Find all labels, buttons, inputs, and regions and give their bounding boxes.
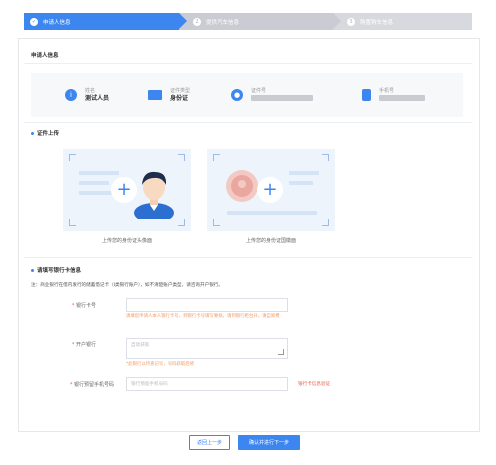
step-number: 3 (347, 17, 355, 26)
id-card-icon (148, 90, 162, 100)
step-label: 提供汽车信息 (206, 19, 240, 26)
card-number-label: * 银行卡号 (71, 303, 96, 309)
previous-step-button[interactable]: 返回上一步 (189, 435, 230, 450)
person-icon: i (65, 89, 77, 101)
card-number-hint: 请填您申请人本人银行卡号，到银行卡号填写要规，请到银行柜台开，请自卸费 (126, 314, 280, 319)
id-back-caption: 上传您的身份证国徽面 (245, 238, 296, 244)
id-front-upload[interactable]: + (63, 149, 191, 231)
bank-name-hint: *此银行以待查记号，号码获取后修 (126, 362, 195, 367)
applicant-section-title: 申请人信息 (31, 53, 59, 59)
id-type-value: 身份证 (170, 95, 189, 102)
divider (24, 122, 472, 123)
step-vehicle-info: 2 提供汽车信息 (179, 13, 341, 30)
phone-label: 手机号 (379, 87, 395, 94)
name-value: 测试人员 (85, 95, 110, 102)
id-back-upload[interactable]: + (207, 149, 335, 231)
user-badge-icon: ● (231, 89, 243, 101)
id-type-label: 证件类型 (170, 88, 191, 94)
avatar-icon (134, 171, 174, 219)
id-number-label: 证件号 (251, 87, 267, 94)
divider (24, 63, 472, 64)
card-number-input[interactable] (126, 298, 288, 312)
id-number-masked (251, 94, 313, 101)
step-check-icon: ✓ (30, 17, 38, 26)
bank-name-label: * 开户银行 (71, 342, 96, 348)
bank-phone-input[interactable]: 银行预留手机号码 (126, 377, 288, 391)
bank-name-input[interactable]: 自动获取 (126, 338, 288, 359)
verify-bank-card-link[interactable]: 银行卡信息验证 (298, 381, 330, 387)
divider (24, 257, 472, 258)
next-step-button[interactable]: 确认并进行下一步 (238, 435, 300, 450)
national-emblem-icon (226, 170, 258, 202)
phone-masked (379, 94, 425, 101)
add-photo-icon[interactable]: + (257, 177, 283, 203)
id-type-info: 证件类型 身份证 (148, 85, 190, 105)
name-label: 姓名 (85, 88, 96, 94)
bank-section-title: 请填写银行卡信息 (31, 266, 81, 274)
bank-phone-label: * 银行预留手机号码 (69, 382, 114, 388)
phone-info: 手机号 (362, 85, 425, 105)
phone-icon (362, 89, 371, 101)
name-info: i 姓名 测试人员 (65, 85, 109, 105)
step-purchase-info: 3 购置购车信息 (333, 13, 472, 30)
applicant-info-box: i 姓名 测试人员 证件类型 身份证 ● 证件号 手机号 (31, 73, 463, 117)
progress-steps: ✓ 申请人信息 2 提供汽车信息 3 购置购车信息 (24, 13, 472, 30)
bank-note: 注：商业银行在借内发行的储蓄借记卡（I类银行账户），如不清楚账户类型，请咨询开户… (31, 283, 223, 288)
step-applicant-info: ✓ 申请人信息 (24, 13, 187, 30)
step-label: 购置购车信息 (360, 19, 394, 26)
add-photo-icon[interactable]: + (111, 177, 137, 203)
step-label: 申请人信息 (43, 19, 71, 26)
id-front-caption: 上传您的身份证头像面 (101, 238, 152, 244)
id-number-info: ● 证件号 (231, 85, 313, 105)
upload-section-title: 证件上传 (31, 129, 59, 137)
step-number: 2 (193, 17, 201, 26)
